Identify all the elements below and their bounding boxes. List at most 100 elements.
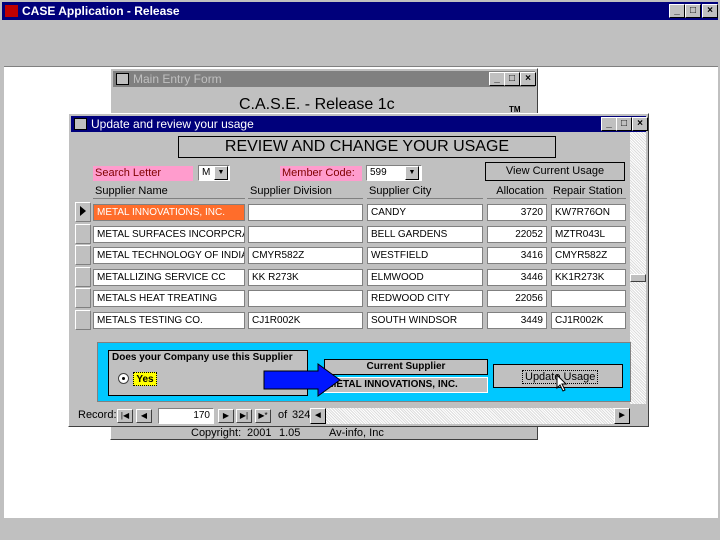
current-supplier-label-box: Current Supplier [324,359,488,375]
new-record-icon[interactable]: ▶* [255,409,271,423]
main-entry-form-title-bar[interactable]: Main Entry Form _ □ × [113,71,536,87]
member-code-value: 599 [370,167,387,178]
scroll-left-icon[interactable]: ◀ [310,408,326,424]
repair-station-cell[interactable]: CJ1R002K [551,312,626,329]
usage-form-icon [74,118,87,130]
col-header-supplier-division: Supplier Division [248,184,363,199]
search-letter-combo[interactable]: M ▼ [198,165,230,181]
supplier-division-cell[interactable]: CMYR582Z [248,247,363,264]
app-minimize-icon[interactable]: _ [669,4,685,18]
search-letter-label: Search Letter [93,166,193,181]
supplier-name-cell[interactable]: METAL TECHNOLOGY OF INDIANA [93,247,245,264]
supplier-division-cell[interactable] [248,290,363,307]
next-record-icon[interactable]: ▶ [218,409,234,423]
usage-form-maximize-icon[interactable]: □ [616,117,632,131]
app-maximize-icon[interactable]: □ [685,4,701,18]
row-selector[interactable] [75,224,91,244]
horizontal-scrollbar[interactable]: ◀ ▶ [310,408,630,424]
last-record-icon[interactable]: ▶| [236,409,252,423]
copyright-company: Av-info, Inc [329,427,384,439]
supplier-city-cell[interactable]: BELL GARDENS [367,226,483,243]
copyright-version: 1.05 [279,427,301,439]
main-form-minimize-icon[interactable]: _ [489,72,505,86]
usage-form-minimize-icon[interactable]: _ [601,117,617,131]
record-number-value: 170 [193,410,210,421]
record-label: Record: [78,409,117,421]
vertical-scrollbar[interactable] [630,132,646,404]
app-title: CASE Application - Release [22,4,180,18]
usage-heading: REVIEW AND CHANGE YOUR USAGE [224,138,510,155]
scroll-right-icon[interactable]: ▶ [614,408,630,424]
search-letter-dropdown-icon[interactable]: ▼ [214,166,228,180]
supplier-division-cell[interactable]: KK R273K [248,269,363,286]
member-code-combo[interactable]: 599 ▼ [366,165,422,181]
col-header-supplier-city: Supplier City [367,184,483,199]
copyright-label: Copyright: [191,427,242,439]
allocation-cell[interactable]: 3446 [487,269,547,286]
allocation-cell[interactable]: 22056 [487,290,547,307]
app-title-bar[interactable]: CASE Application - Release _ □ × [2,2,718,20]
supplier-name-cell[interactable]: METALS HEAT TREATING [93,290,245,307]
yes-radio[interactable] [118,373,129,384]
row-selector[interactable] [75,245,91,265]
repair-station-cell[interactable]: MZTR043L [551,226,626,243]
app-close-icon[interactable]: × [702,4,718,18]
repair-station-cell[interactable]: KW7R76ON [551,204,626,221]
usage-heading-box: REVIEW AND CHANGE YOUR USAGE [178,136,556,158]
main-entry-form-title: Main Entry Form [133,72,222,86]
main-form-heading: C.A.S.E. - Release 1c [239,96,395,113]
supplier-name-cell[interactable]: METAL INNOVATIONS, INC. [93,204,245,221]
supplier-name-cell[interactable]: METALS TESTING CO. [93,312,245,329]
repair-station-cell[interactable]: CMYR582Z [551,247,626,264]
supplier-city-cell[interactable]: ELMWOOD [367,269,483,286]
current-supplier-value: METAL INNOVATIONS, INC. [328,379,458,390]
row-selector[interactable] [75,288,91,308]
current-record-icon [80,206,86,216]
supplier-question-label: Does your Company use this Supplier [112,352,293,363]
repair-station-cell[interactable]: KK1R273K [551,269,626,286]
main-form-close-icon[interactable]: × [520,72,536,86]
record-number-input[interactable]: 170 [158,408,214,424]
col-header-supplier-name: Supplier Name [93,184,245,199]
supplier-city-cell[interactable]: WESTFIELD [367,247,483,264]
col-header-repair-station: Repair Station [551,184,626,199]
usage-form-title-bar[interactable]: Update and review your usage _ □ × [71,116,648,132]
usage-form-title: Update and review your usage [91,117,254,131]
supplier-division-cell[interactable]: CJ1R002K [248,312,363,329]
mouse-cursor-icon [556,374,568,392]
radio-dot-icon [122,377,125,380]
repair-station-cell[interactable] [551,290,626,307]
supplier-name-cell[interactable]: METALLIZING SERVICE CC [93,269,245,286]
yes-label: Yes [133,372,157,386]
arrow-right-icon [263,363,341,397]
copyright-year: 2001 [247,427,272,439]
supplier-city-cell[interactable]: CANDY [367,204,483,221]
supplier-division-cell[interactable] [248,226,363,243]
scrollbar-thumb[interactable] [630,274,646,282]
allocation-cell[interactable]: 22052 [487,226,547,243]
record-total: 324 [292,409,311,421]
supplier-name-cell[interactable]: METAL SURFACES INCORPCRATE [93,226,245,243]
usage-form-close-icon[interactable]: × [632,117,648,131]
main-form-maximize-icon[interactable]: □ [504,72,520,86]
current-supplier-field: METAL INNOVATIONS, INC. [324,377,488,393]
row-selector[interactable] [75,202,91,222]
supplier-city-cell[interactable]: SOUTH WINDSOR [367,312,483,329]
row-selector[interactable] [75,310,91,330]
col-header-allocation: Allocation [487,184,547,199]
member-code-label: Member Code: [280,166,362,181]
current-supplier-label: Current Supplier [366,361,446,372]
row-selector[interactable] [75,267,91,287]
form-icon [116,73,129,85]
member-code-dropdown-icon[interactable]: ▼ [405,166,419,180]
app-icon [5,5,18,17]
record-of-label: of [278,409,288,421]
view-current-usage-button[interactable]: View Current Usage [485,162,625,181]
allocation-cell[interactable]: 3449 [487,312,547,329]
supplier-city-cell[interactable]: REDWOOD CITY [367,290,483,307]
previous-record-icon[interactable]: ◀ [136,409,152,423]
allocation-cell[interactable]: 3416 [487,247,547,264]
supplier-division-cell[interactable] [248,204,363,221]
first-record-icon[interactable]: |◀ [117,409,133,423]
allocation-cell[interactable]: 3720 [487,204,547,221]
